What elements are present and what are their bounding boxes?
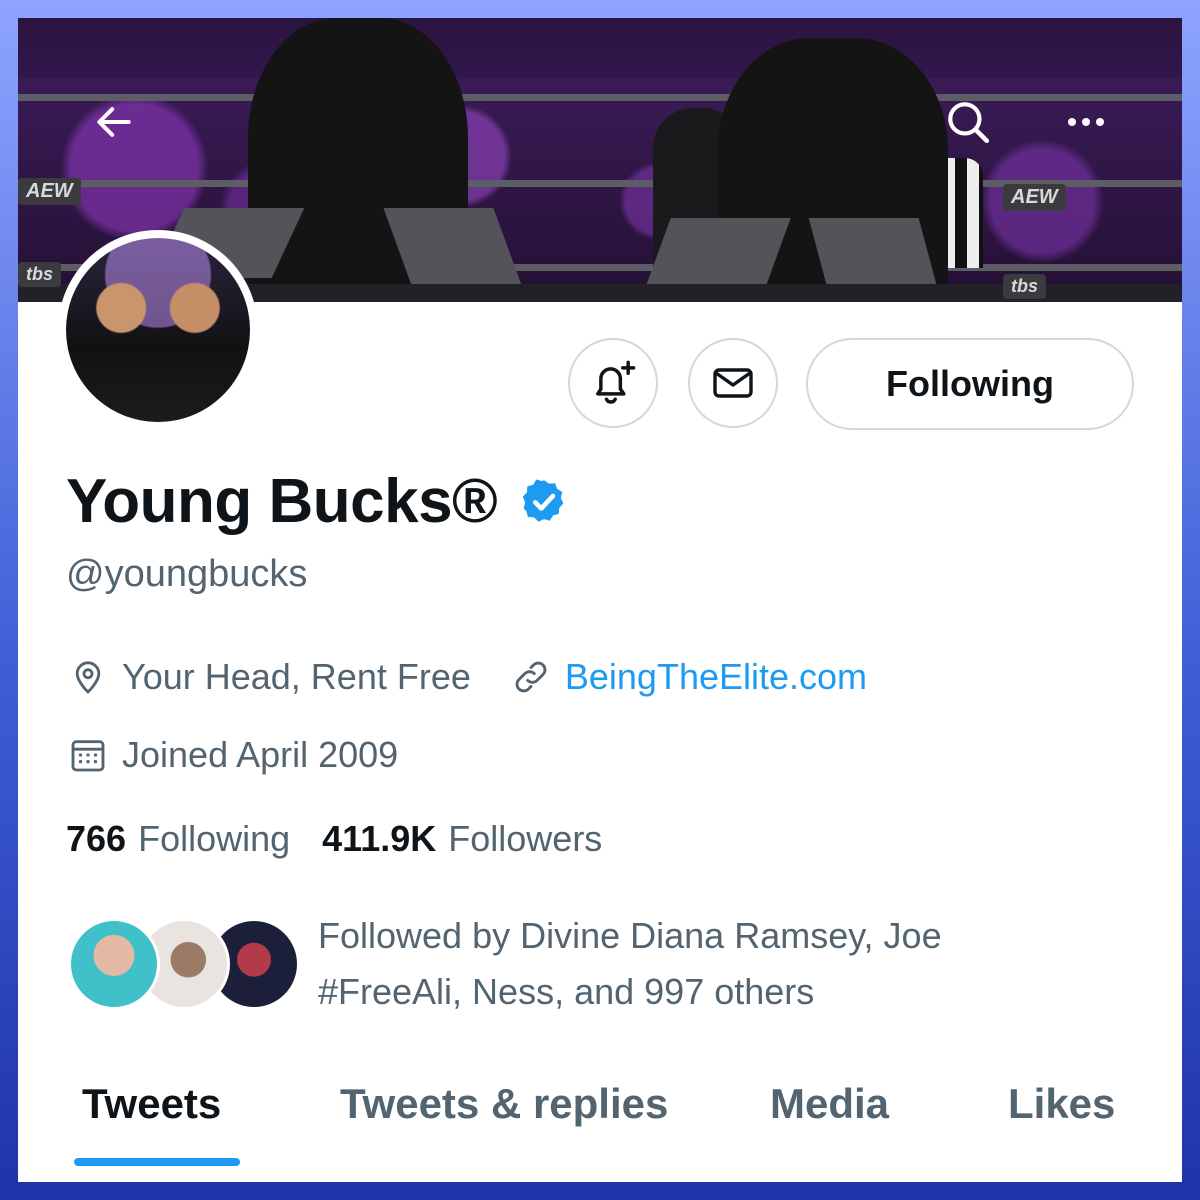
link-icon — [515, 661, 547, 693]
more-options-button[interactable] — [1054, 90, 1118, 154]
search-button[interactable] — [936, 90, 1000, 154]
back-button[interactable] — [82, 90, 146, 154]
followed-by-text: Followed by Divine Diana Ramsey, Joe #Fr… — [318, 915, 942, 1012]
banner-wrestler-leg — [645, 218, 791, 288]
website-link[interactable]: BeingTheElite.com — [565, 656, 867, 698]
following-count: 766 — [66, 818, 127, 859]
envelope-icon — [713, 368, 753, 398]
profile-card: AEW AEW tbs tbs Following Young Bucks® @… — [18, 18, 1182, 1182]
website-link-group[interactable]: BeingTheElite.com — [511, 656, 867, 698]
banner-wrestler-leg — [808, 218, 938, 288]
location-pin-icon — [75, 661, 101, 694]
followers-you-know[interactable]: Followed by Divine Diana Ramsey, Joe #Fr… — [68, 915, 1038, 1020]
search-icon — [948, 102, 990, 144]
mutual-avatar — [68, 918, 160, 1010]
tbs-logo: tbs — [1003, 274, 1046, 299]
notify-button[interactable] — [568, 338, 658, 428]
mutual-avatars — [68, 918, 300, 1018]
active-tab-indicator — [74, 1158, 240, 1166]
profile-tabs: Tweets Tweets & replies Media Likes — [18, 1066, 1182, 1182]
more-horizontal-icon — [1068, 118, 1104, 126]
arrow-left-icon — [97, 107, 131, 137]
display-name: Young Bucks® — [66, 467, 498, 536]
location-text: Your Head, Rent Free — [122, 656, 471, 697]
tab-media[interactable]: Media — [770, 1080, 889, 1128]
follow-stats: 766 Following 411.9K Followers — [66, 818, 602, 860]
followers-count: 411.9K — [322, 818, 437, 859]
tab-tweets[interactable]: Tweets — [82, 1080, 221, 1128]
name-row: Young Bucks® — [66, 466, 569, 537]
ring-rope — [18, 94, 1182, 101]
following-label: Following — [138, 818, 291, 859]
calendar-icon — [71, 740, 105, 772]
followers-stat[interactable]: 411.9K Followers — [322, 818, 602, 860]
tab-tweets-and-replies[interactable]: Tweets & replies — [340, 1080, 668, 1128]
verified-badge-icon — [523, 479, 564, 522]
following-button[interactable]: Following — [806, 338, 1134, 430]
tbs-logo: tbs — [18, 262, 61, 287]
aew-logo: AEW — [1003, 184, 1066, 211]
following-stat[interactable]: 766 Following — [66, 818, 290, 860]
profile-meta-row: Joined April 2009 — [68, 734, 398, 776]
tab-likes[interactable]: Likes — [1008, 1080, 1115, 1128]
user-handle: @youngbucks — [66, 553, 308, 595]
profile-avatar[interactable] — [58, 230, 258, 430]
aew-logo: AEW — [18, 178, 81, 205]
followers-label: Followers — [448, 818, 603, 859]
bell-plus-icon — [596, 360, 636, 404]
message-button[interactable] — [688, 338, 778, 428]
profile-meta-row: Your Head, Rent Free BeingTheElite.com — [68, 656, 867, 698]
profile-avatar-image — [66, 238, 250, 422]
joined-date: Joined April 2009 — [122, 734, 399, 775]
